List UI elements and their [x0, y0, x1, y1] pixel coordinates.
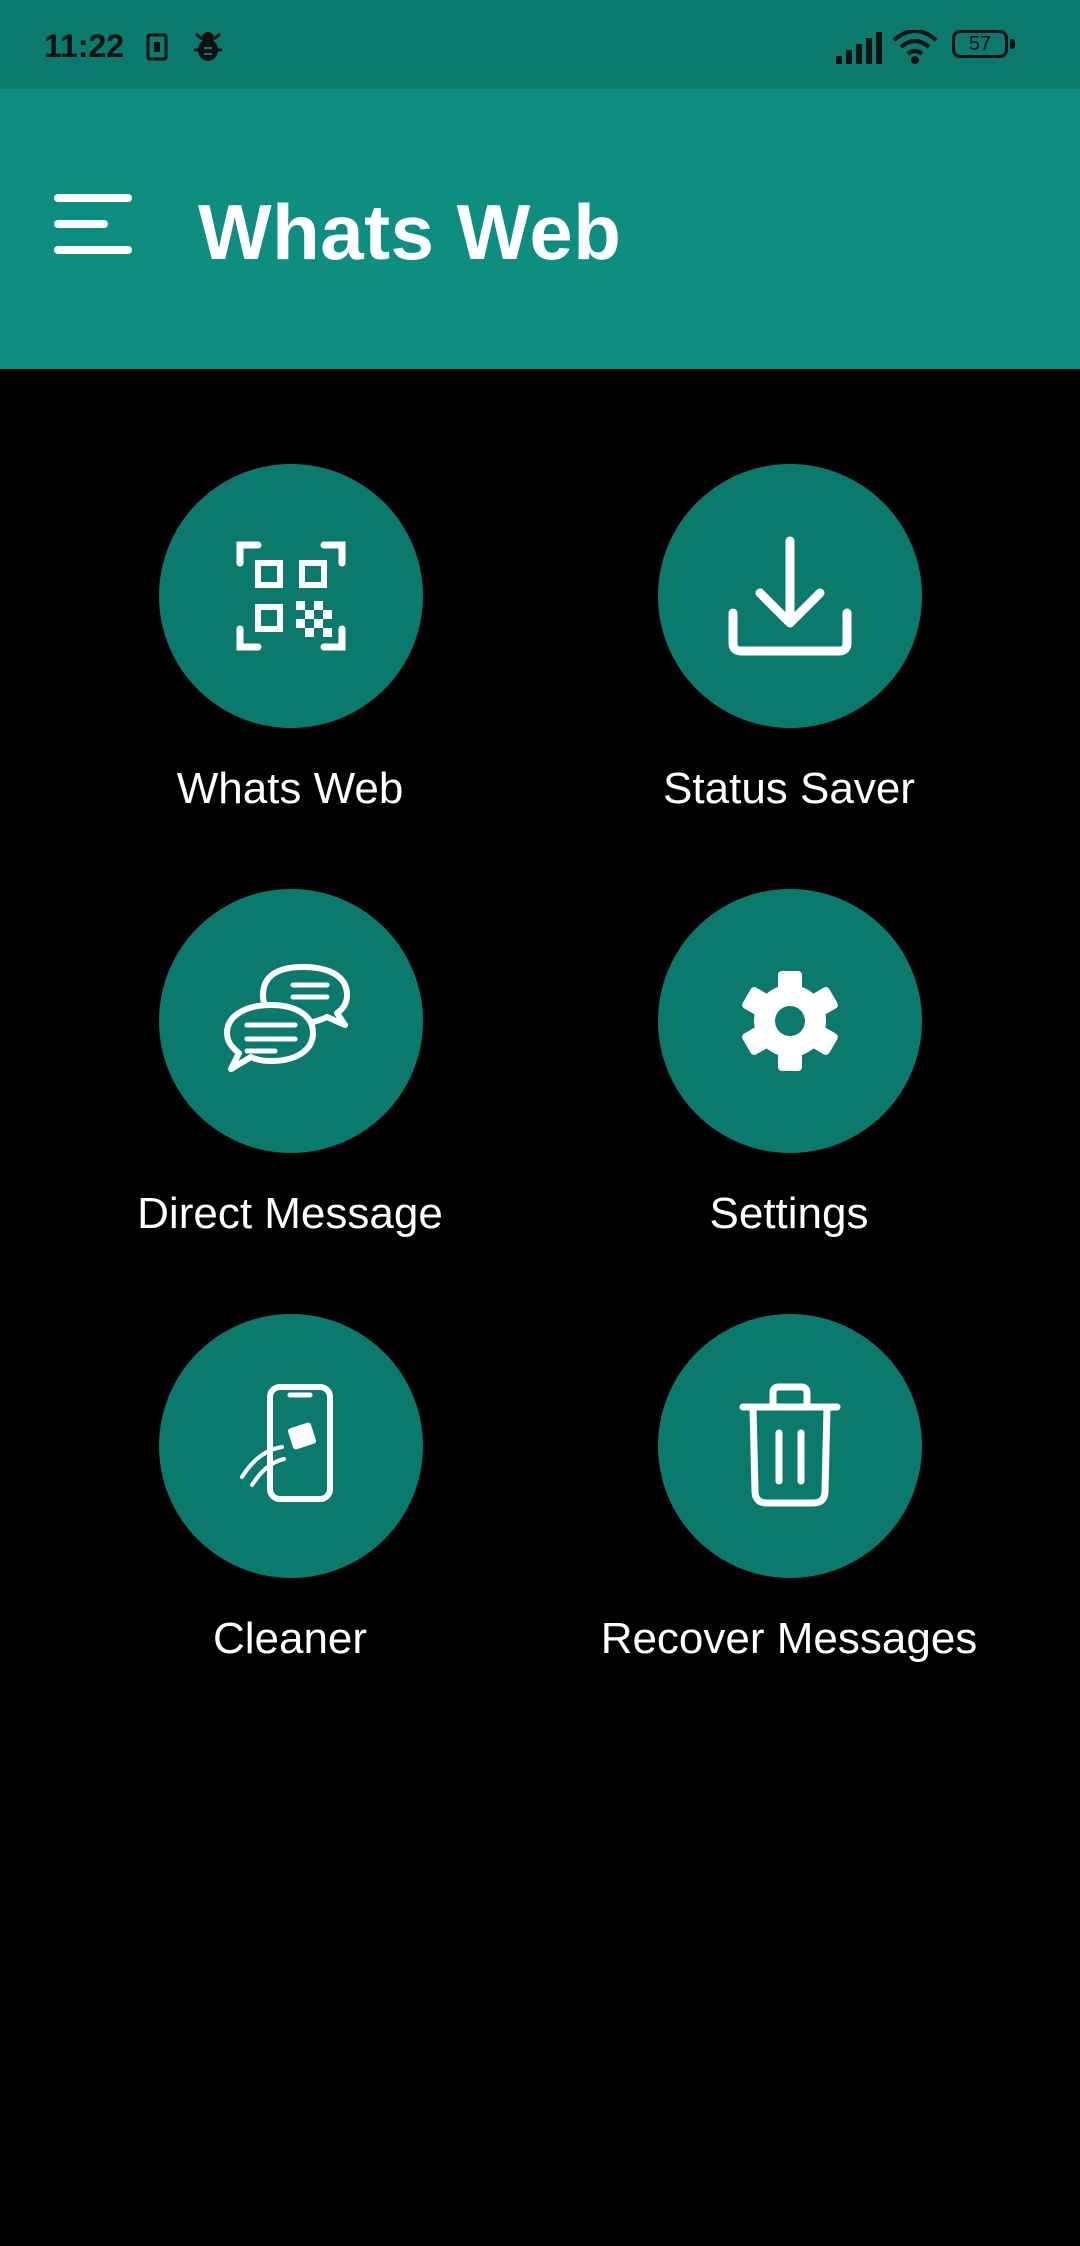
tile-label: Cleaner: [212, 1614, 368, 1663]
tile-recover-messages[interactable]: Recover Messages: [559, 1314, 1019, 1694]
menu-button[interactable]: [40, 181, 150, 271]
download-icon: [728, 536, 852, 656]
tile-label: Settings: [709, 1189, 869, 1238]
tile-cleaner[interactable]: Cleaner: [60, 1314, 520, 1694]
sim-card-icon: [146, 33, 168, 61]
app-title: Whats Web: [198, 188, 622, 276]
tile-status-saver[interactable]: Status Saver: [559, 464, 1019, 844]
tile-label: Recover Messages: [600, 1614, 978, 1663]
tile-icon-circle: [658, 889, 922, 1153]
phone-clean-icon: [240, 1384, 333, 1502]
app-bar: Whats Web: [0, 89, 1080, 369]
tile-icon-circle: [658, 1314, 922, 1578]
tile-label: Whats Web: [176, 764, 404, 813]
tile-icon-circle: [159, 464, 423, 728]
wifi-icon: [892, 30, 938, 64]
tile-settings[interactable]: Settings: [559, 889, 1019, 1269]
qr-code-icon: [236, 541, 346, 651]
signal-icon: [836, 32, 882, 64]
bug-icon: [194, 32, 222, 61]
menu-icon: [54, 194, 132, 254]
tile-direct-message[interactable]: Direct Message: [60, 889, 520, 1269]
tile-label: Direct Message: [137, 1189, 443, 1238]
status-time: 11:22: [44, 28, 125, 64]
tile-icon-circle: [658, 464, 922, 728]
tile-icon-circle: [159, 889, 423, 1153]
battery-icon: 57: [952, 30, 1018, 62]
battery-level: 57: [968, 32, 992, 55]
tile-whats-web[interactable]: Whats Web: [60, 464, 520, 844]
tile-label: Status Saver: [663, 764, 915, 813]
status-bar: 11:22 57: [0, 0, 1080, 89]
chat-bubbles-icon: [224, 964, 350, 1072]
trash-icon: [739, 1383, 841, 1507]
tile-icon-circle: [159, 1314, 423, 1578]
gear-icon: [742, 971, 838, 1071]
